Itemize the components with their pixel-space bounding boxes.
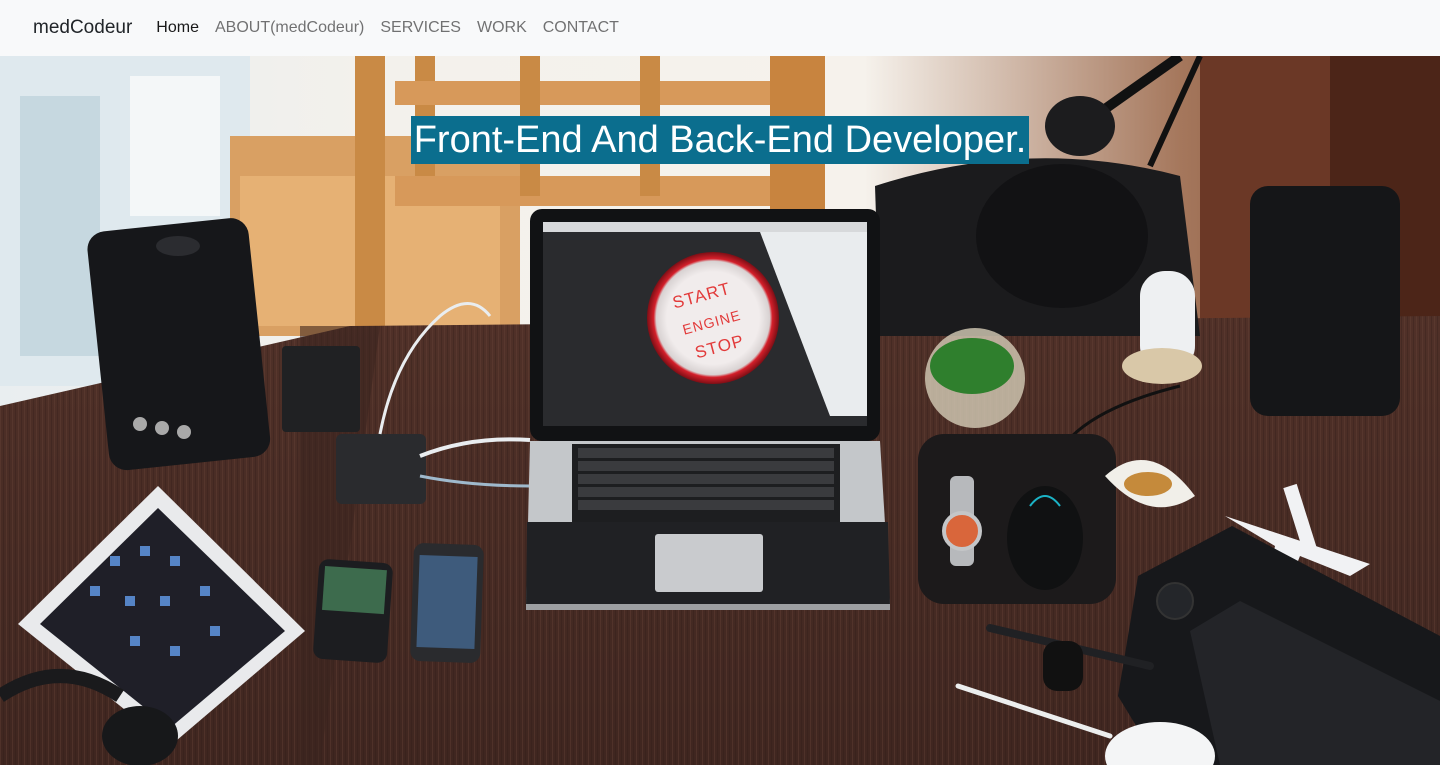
hero-section: START ENGINE STOP Front-End And Back-End… [0, 56, 1440, 765]
navbar: medCodeur Home ABOUT(medCodeur) SERVICES… [0, 0, 1440, 56]
hero-headline: Front-End And Back-End Developer. [410, 116, 1030, 164]
hero-headline-wrap: Front-End And Back-End Developer. [0, 116, 1440, 164]
nav-link-services[interactable]: SERVICES [380, 19, 461, 37]
nav-menu: Home ABOUT(medCodeur) SERVICES WORK CONT… [156, 19, 635, 37]
nav-link-about[interactable]: ABOUT(medCodeur) [215, 19, 364, 37]
nav-link-home[interactable]: Home [156, 19, 199, 37]
nav-link-work[interactable]: WORK [477, 19, 527, 37]
nav-link-contact[interactable]: CONTACT [543, 19, 619, 37]
brand-logo[interactable]: medCodeur [33, 17, 132, 39]
